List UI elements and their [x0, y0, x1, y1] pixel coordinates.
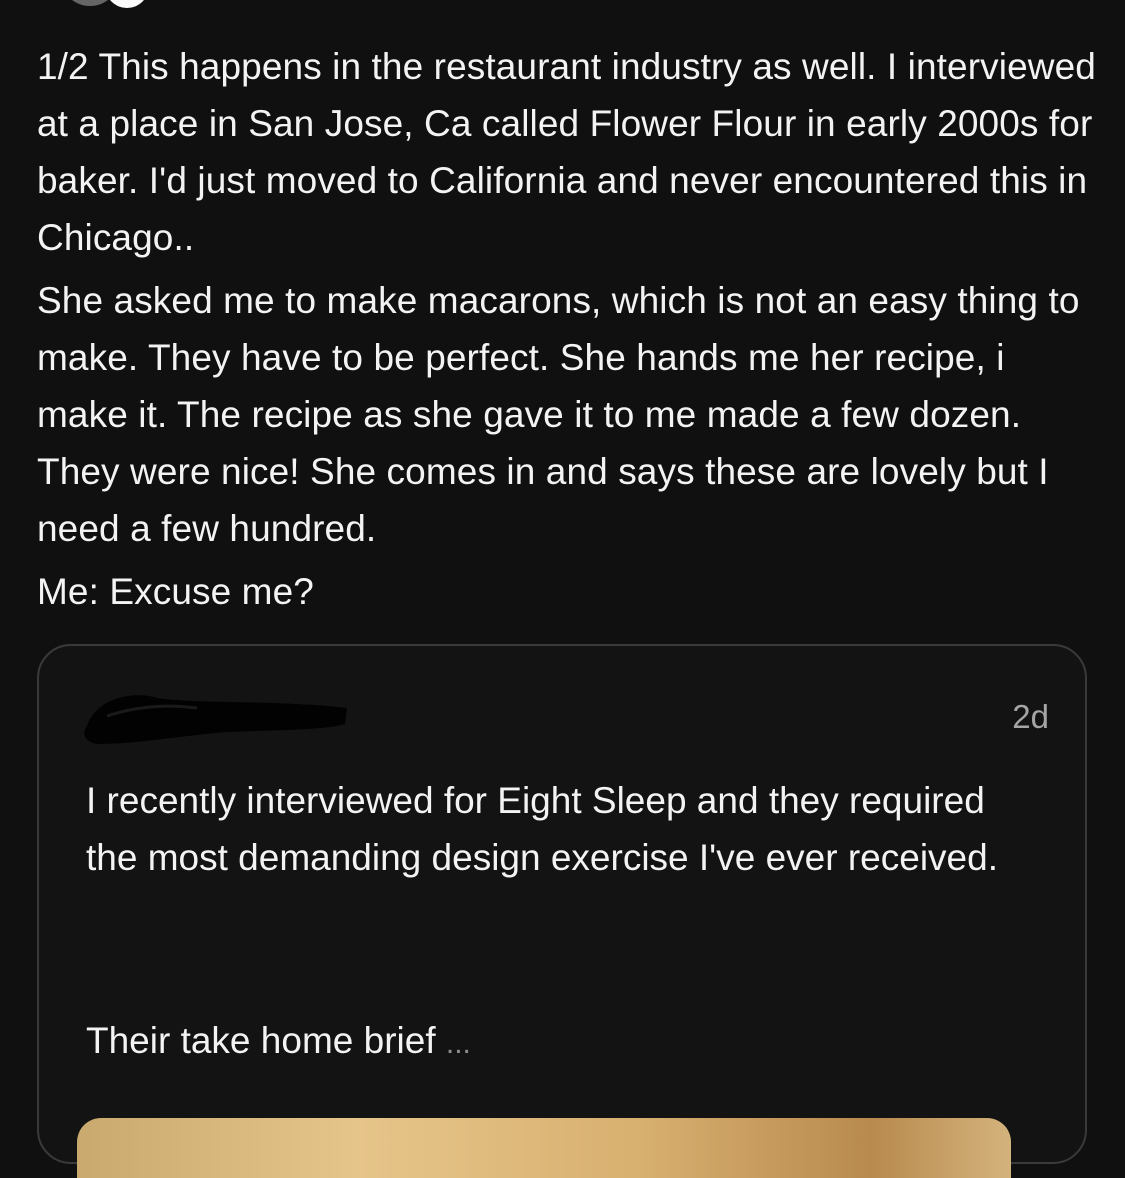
quoted-post-text: I recently interviewed for Eight Sleep a…: [86, 780, 998, 878]
post-paragraph: She asked me to make macarons, which is …: [37, 280, 1080, 549]
quoted-post-continued-label: Their take home brief: [86, 1020, 436, 1061]
author-avatar-area[interactable]: [60, 0, 160, 10]
quoted-post-image-preview[interactable]: [77, 1118, 1011, 1178]
quoted-post-text-continued: Their take home brief ...: [86, 1012, 1046, 1072]
post-body: 1/2 This happens in the restaurant indus…: [37, 38, 1097, 626]
follow-badge-icon[interactable]: [105, 0, 149, 8]
quoted-post-timestamp: 2d: [1012, 698, 1049, 735]
truncation-ellipsis[interactable]: ...: [446, 1027, 471, 1060]
post-paragraph: Me: Excuse me?: [37, 571, 314, 612]
redacted-username: [84, 695, 348, 744]
post-paragraph: 1/2 This happens in the restaurant indus…: [37, 46, 1096, 258]
quoted-post-card[interactable]: 2d I recently interviewed for Eight Slee…: [37, 644, 1087, 1178]
